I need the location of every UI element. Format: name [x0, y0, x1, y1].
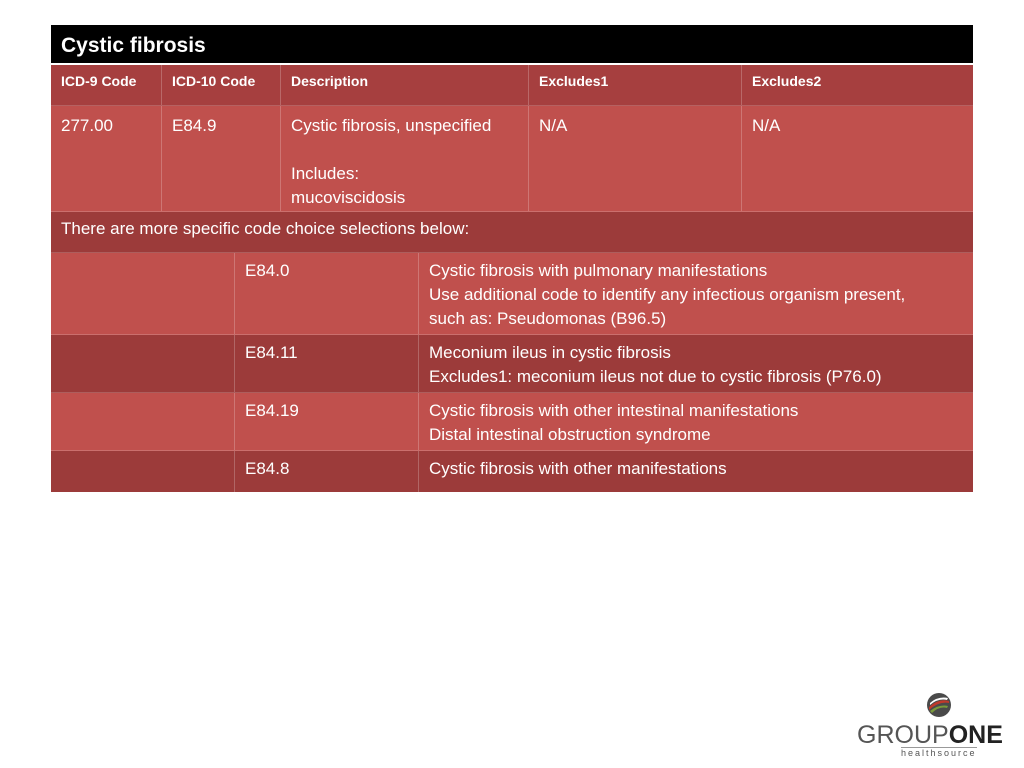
table-title: Cystic fibrosis: [51, 25, 973, 65]
header-description: Description: [281, 65, 529, 105]
groupone-logo: GROUPONE healthsource: [857, 692, 1017, 760]
sub-description-cell: Cystic fibrosis with other manifestation…: [419, 451, 973, 492]
sub-description-line: Cystic fibrosis with other intestinal ma…: [429, 401, 799, 420]
description-line: Includes:: [291, 164, 360, 183]
icd-code-table: Cystic fibrosis ICD-9 Code ICD-10 Code D…: [51, 25, 973, 492]
sub-code-cell: E84.11: [235, 335, 419, 392]
excludes2-cell: N/A: [752, 116, 781, 135]
table-header-row: ICD-9 Code ICD-10 Code Description Exclu…: [51, 65, 973, 106]
excludes1-cell: N/A: [529, 106, 742, 211]
logo-wordmark: GROUPONE: [857, 721, 1017, 750]
logo-group-text: GROUP: [857, 721, 949, 749]
sub-code-cell: E84.19: [235, 393, 419, 450]
sub-description-cell: Cystic fibrosis with pulmonary manifesta…: [419, 253, 973, 334]
header-excludes2: Excludes2: [752, 73, 822, 89]
empty-cell: [51, 451, 235, 492]
logo-mark-icon: [927, 693, 951, 717]
description-line: Cystic fibrosis, unspecified: [291, 116, 492, 135]
empty-cell: [51, 335, 235, 392]
sub-code-cell: E84.0: [235, 253, 419, 334]
table-row: 277.00 E84.9 Cystic fibrosis, unspecifie…: [51, 106, 973, 212]
sub-code-row: E84.0 Cystic fibrosis with pulmonary man…: [51, 253, 973, 335]
description-cell: Cystic fibrosis, unspecified Includes: m…: [281, 106, 529, 211]
icd10-code-cell: E84.9: [162, 106, 281, 211]
logo-one-text: ONE: [948, 721, 1003, 749]
sub-description-line: Cystic fibrosis with pulmonary manifesta…: [429, 261, 768, 280]
icd9-code-cell: 277.00: [51, 106, 162, 211]
empty-cell: [51, 253, 235, 334]
sub-description-line: Cystic fibrosis with other manifestation…: [429, 459, 727, 478]
sub-code-row: E84.11 Meconium ileus in cystic fibrosis…: [51, 335, 973, 393]
description-line: mucoviscidosis: [291, 188, 406, 207]
sub-description-cell: Cystic fibrosis with other intestinal ma…: [419, 393, 973, 450]
sub-description-line: Use additional code to identify any infe…: [429, 285, 906, 304]
sub-description-line: such as: Pseudomonas (B96.5): [429, 309, 667, 328]
sub-code-row: E84.19 Cystic fibrosis with other intest…: [51, 393, 973, 451]
header-excludes1: Excludes1: [529, 65, 742, 105]
note-text: There are more specific code choice sele…: [61, 219, 470, 238]
logo-subtitle: healthsource: [901, 747, 977, 758]
note-row: There are more specific code choice sele…: [51, 212, 973, 253]
header-icd10: ICD-10 Code: [162, 65, 281, 105]
header-icd9: ICD-9 Code: [51, 65, 162, 105]
sub-description-line: Excludes1: meconium ileus not due to cys…: [429, 367, 882, 386]
sub-code-row: E84.8 Cystic fibrosis with other manifes…: [51, 451, 973, 492]
sub-description-line: Distal intestinal obstruction syndrome: [429, 425, 711, 444]
sub-code-cell: E84.8: [235, 451, 419, 492]
sub-description-line: Meconium ileus in cystic fibrosis: [429, 343, 671, 362]
sub-description-cell: Meconium ileus in cystic fibrosis Exclud…: [419, 335, 973, 392]
empty-cell: [51, 393, 235, 450]
